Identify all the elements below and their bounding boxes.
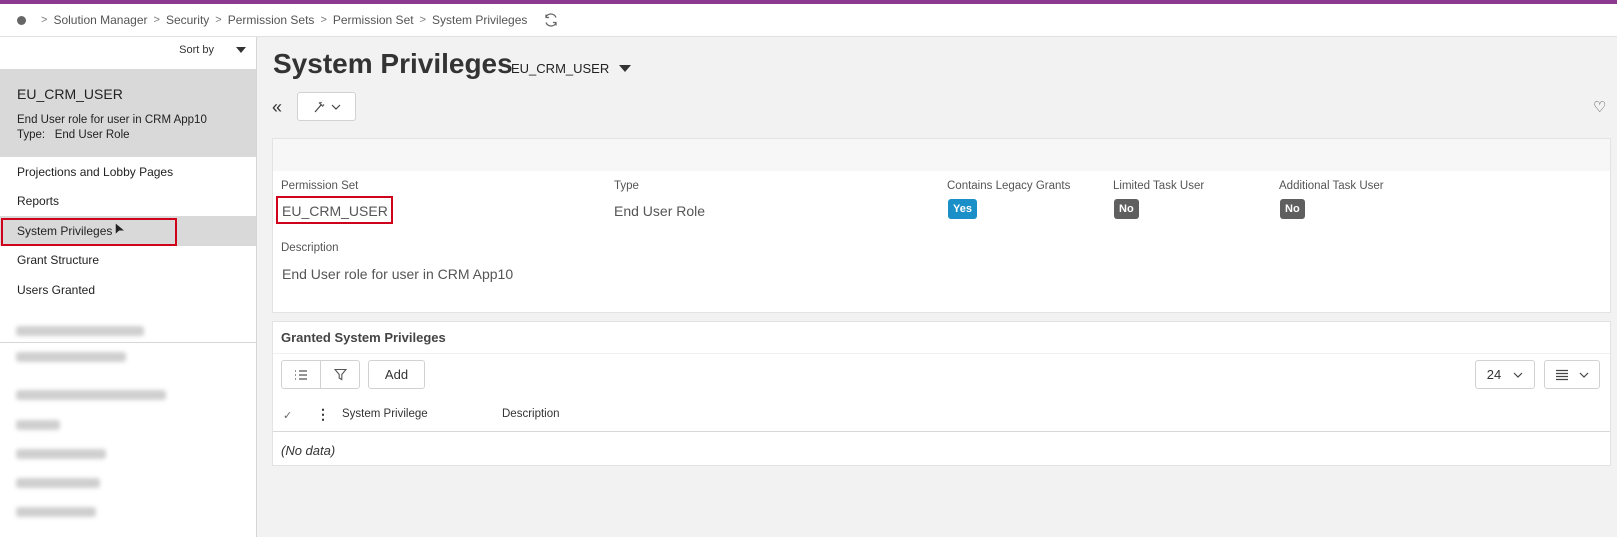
highlight-box-nav (1, 218, 177, 246)
sidebar-divider (0, 342, 256, 343)
selected-record-description: End User role for user in CRM App10 (17, 114, 207, 126)
breadcrumb-item-solution-manager[interactable]: Solution Manager (53, 13, 147, 27)
empty-state-text: (No data) (281, 443, 336, 458)
selected-record-type: Type: End User Role (17, 129, 130, 141)
refresh-icon[interactable] (543, 12, 559, 28)
sort-by-label: Sort by (179, 44, 214, 56)
selected-record-card[interactable]: EU_CRM_USER End User role for user in CR… (0, 69, 256, 157)
collapse-sidebar-icon[interactable]: « (272, 97, 282, 118)
additional-task-user-label: Additional Task User (1279, 180, 1384, 192)
blurred-text (16, 420, 60, 430)
legacy-grants-label: Contains Legacy Grants (947, 180, 1071, 192)
blurred-text (16, 390, 166, 400)
chevron-down-icon (1513, 372, 1523, 378)
granted-privileges-card: Granted System Privileges Add 24 ✓ ⋮ Sys… (272, 321, 1611, 466)
permission-set-label: Permission Set (281, 180, 359, 192)
column-header-description[interactable]: Description (502, 408, 560, 420)
breadcrumb-item-security[interactable]: Security (166, 13, 209, 27)
filter-icon (333, 368, 347, 381)
actions-button[interactable] (297, 92, 356, 121)
chevron-right-icon: > (41, 14, 48, 26)
sort-by-dropdown[interactable]: Sort by (179, 44, 246, 56)
permission-set-details-card: Permission Set EU_CRM_USER Type End User… (272, 138, 1611, 313)
caret-down-icon (619, 65, 632, 72)
highlight-box-permission-set (276, 196, 393, 224)
blurred-text (16, 478, 100, 488)
description-value: End User role for user in CRM App10 (282, 266, 514, 282)
column-header-system-privilege[interactable]: System Privilege (342, 408, 428, 420)
sidebar-item-users-granted[interactable]: Users Granted (0, 275, 256, 305)
blurred-text (16, 507, 96, 517)
breadcrumb: > Solution Manager > Security > Permissi… (0, 4, 1617, 37)
selected-record-title: EU_CRM_USER (17, 86, 123, 102)
column-options-icon[interactable]: ⋮ (316, 406, 330, 423)
breadcrumb-item-permission-set[interactable]: Permission Set (333, 13, 414, 27)
chevron-right-icon: > (419, 14, 427, 26)
table-settings-icon (1556, 369, 1568, 380)
sidebar-item-reports[interactable]: Reports (0, 187, 256, 217)
add-button[interactable]: Add (368, 360, 425, 389)
select-all-checkmark-icon[interactable]: ✓ (283, 409, 292, 422)
filter-button[interactable] (320, 360, 360, 389)
list-icon (295, 369, 307, 380)
header-row-divider (273, 431, 1610, 432)
favorite-heart-icon[interactable]: ♡ (1593, 98, 1606, 116)
blurred-text (16, 449, 106, 459)
sidebar: Sort by EU_CRM_USER End User role for us… (0, 37, 257, 537)
chevron-right-icon: > (153, 14, 160, 26)
table-settings-button[interactable] (1544, 360, 1600, 389)
additional-task-user-badge: No (1280, 199, 1305, 219)
chevron-down-icon (331, 104, 340, 110)
list-view-button[interactable] (281, 360, 321, 389)
grid-header-divider (273, 353, 1610, 354)
limited-task-user-label: Limited Task User (1113, 180, 1205, 192)
breadcrumb-item-permission-sets[interactable]: Permission Sets (228, 13, 315, 27)
type-label: Type (614, 180, 639, 192)
home-dot-icon[interactable] (17, 15, 26, 25)
legacy-grants-badge: Yes (948, 199, 977, 219)
blurred-text (16, 326, 144, 336)
sidebar-item-projections[interactable]: Projections and Lobby Pages (0, 157, 256, 187)
chevron-right-icon: > (215, 14, 222, 26)
breadcrumb-item-system-privileges: System Privileges (432, 13, 528, 27)
page-size-select[interactable]: 24 (1475, 360, 1535, 389)
limited-task-user-badge: No (1114, 199, 1139, 219)
sidebar-item-grant-structure[interactable]: Grant Structure (0, 246, 256, 276)
grid-title: Granted System Privileges (281, 330, 446, 345)
page-size-value: 24 (1486, 367, 1502, 382)
type-value: End User Role (614, 203, 706, 219)
chevron-right-icon: > (320, 14, 327, 26)
page-title: System Privileges (273, 48, 513, 79)
description-label: Description (281, 242, 339, 254)
wizard-icon (314, 101, 324, 112)
record-selector[interactable]: EU_CRM_USER (511, 61, 632, 76)
blurred-text (16, 352, 126, 362)
caret-down-icon (236, 47, 246, 53)
card-header-band (273, 139, 1610, 171)
chevron-down-icon (1579, 372, 1589, 378)
